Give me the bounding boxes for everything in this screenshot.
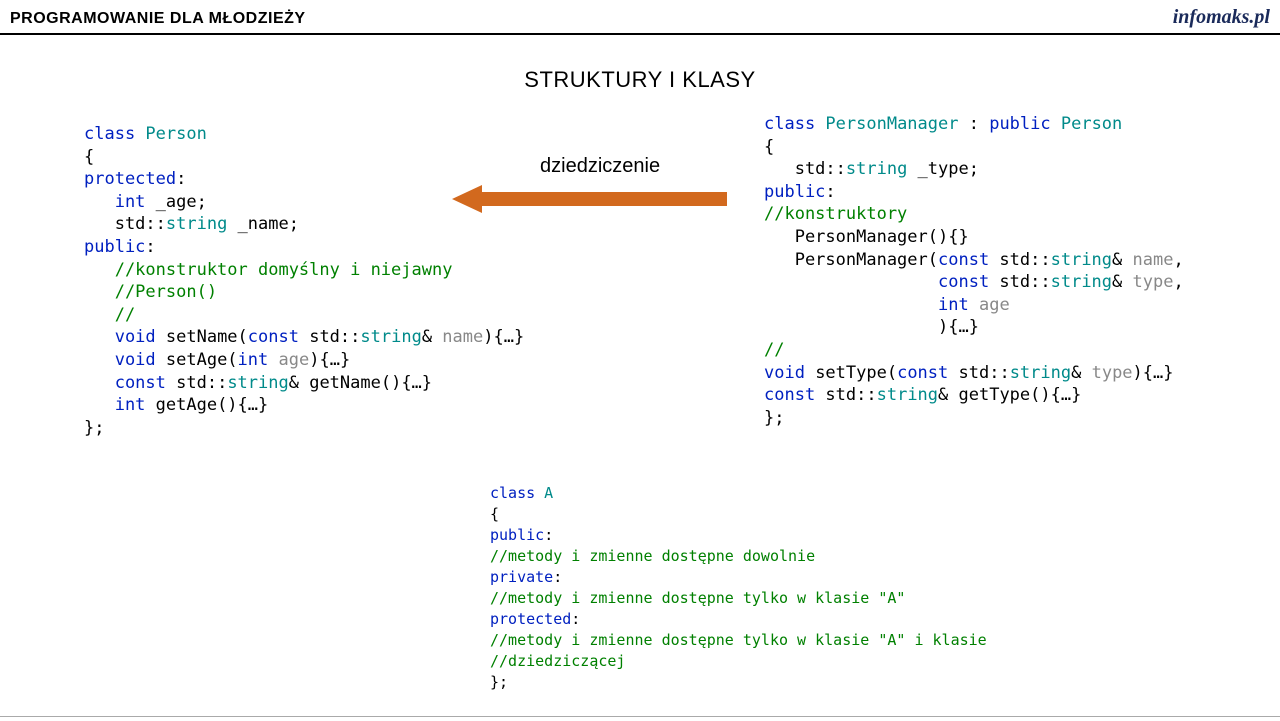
- page-header: PROGRAMOWANIE DLA MŁODZIEŻY infomaks.pl: [0, 0, 1280, 35]
- code-block-personmanager: class PersonManager : public Person { st…: [764, 113, 1184, 430]
- code-block-person: class Person { protected: int _age; std:…: [84, 123, 524, 440]
- arrow-label: dziedziczenie: [540, 155, 660, 178]
- header-left: PROGRAMOWANIE DLA MŁODZIEŻY: [10, 10, 306, 28]
- footer-divider: [0, 716, 1280, 717]
- code-block-class-a: class A { public: //metody i zmienne dos…: [490, 483, 987, 693]
- header-right: infomaks.pl: [1173, 6, 1270, 29]
- page-title: STRUKTURY I KLASY: [0, 67, 1280, 93]
- inheritance-arrow-icon: [452, 185, 727, 213]
